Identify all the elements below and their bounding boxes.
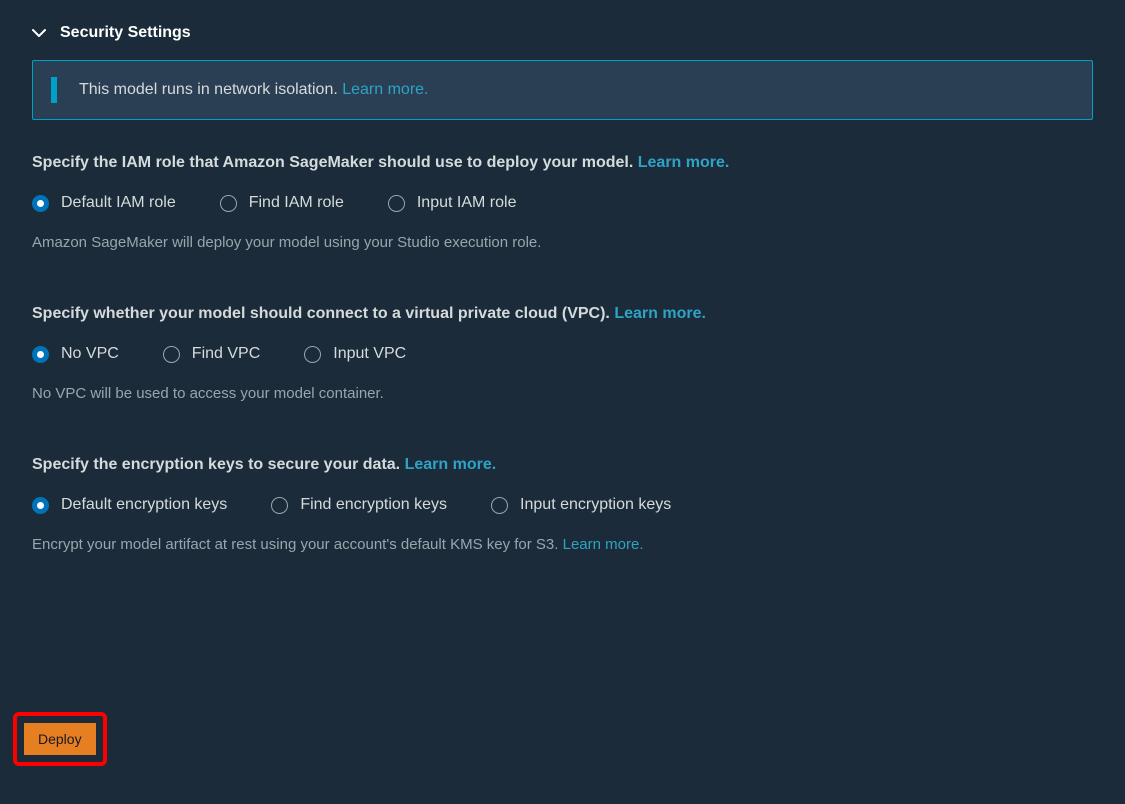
iam-radio-find-label: Find IAM role — [249, 194, 344, 212]
vpc-heading-text: Specify whether your model should connec… — [32, 305, 610, 322]
iam-helper-text: Amazon SageMaker will deploy your model … — [32, 234, 1093, 251]
info-text: This model runs in network isolation. Le… — [79, 81, 429, 99]
encryption-radio-find-label: Find encryption keys — [300, 496, 447, 514]
vpc-radio-input-label: Input VPC — [333, 345, 406, 363]
deploy-button[interactable]: Deploy — [24, 723, 96, 755]
iam-radio-find[interactable]: Find IAM role — [220, 194, 344, 212]
vpc-learn-more-link[interactable]: Learn more. — [614, 305, 706, 322]
security-settings-header[interactable]: Security Settings — [32, 24, 1093, 42]
vpc-section: Specify whether your model should connec… — [32, 305, 1093, 402]
encryption-radio-input-label: Input encryption keys — [520, 496, 671, 514]
chevron-down-icon — [32, 26, 46, 40]
vpc-radio-none-label: No VPC — [61, 345, 119, 363]
encryption-heading-text: Specify the encryption keys to secure yo… — [32, 456, 400, 473]
iam-heading: Specify the IAM role that Amazon SageMak… — [32, 154, 1093, 172]
encryption-section: Specify the encryption keys to secure yo… — [32, 456, 1093, 553]
section-title: Security Settings — [60, 24, 191, 42]
radio-unchecked-icon — [220, 195, 237, 212]
vpc-radio-group: No VPC Find VPC Input VPC — [32, 345, 1093, 363]
encryption-radio-find[interactable]: Find encryption keys — [271, 496, 447, 514]
iam-learn-more-link[interactable]: Learn more. — [638, 154, 730, 171]
info-message: This model runs in network isolation. — [79, 81, 338, 98]
iam-role-section: Specify the IAM role that Amazon SageMak… — [32, 154, 1093, 251]
iam-radio-default[interactable]: Default IAM role — [32, 194, 176, 212]
vpc-radio-input[interactable]: Input VPC — [304, 345, 406, 363]
radio-unchecked-icon — [304, 346, 321, 363]
network-isolation-info: This model runs in network isolation. Le… — [32, 60, 1093, 120]
encryption-radio-input[interactable]: Input encryption keys — [491, 496, 671, 514]
radio-checked-icon — [32, 346, 49, 363]
encryption-helper-text: Encrypt your model artifact at rest usin… — [32, 536, 1093, 553]
encryption-radio-default[interactable]: Default encryption keys — [32, 496, 227, 514]
deploy-highlight-box: Deploy — [13, 712, 107, 766]
vpc-heading: Specify whether your model should connec… — [32, 305, 1093, 323]
iam-radio-input[interactable]: Input IAM role — [388, 194, 517, 212]
iam-radio-input-label: Input IAM role — [417, 194, 517, 212]
vpc-helper-text: No VPC will be used to access your model… — [32, 385, 1093, 402]
info-learn-more-link[interactable]: Learn more. — [342, 81, 428, 98]
radio-unchecked-icon — [271, 497, 288, 514]
encryption-radio-default-label: Default encryption keys — [61, 496, 227, 514]
vpc-radio-find-label: Find VPC — [192, 345, 260, 363]
vpc-radio-none[interactable]: No VPC — [32, 345, 119, 363]
radio-unchecked-icon — [163, 346, 180, 363]
encryption-learn-more-link[interactable]: Learn more. — [405, 456, 497, 473]
vpc-radio-find[interactable]: Find VPC — [163, 345, 260, 363]
radio-checked-icon — [32, 497, 49, 514]
radio-checked-icon — [32, 195, 49, 212]
info-bar-icon — [51, 77, 57, 103]
iam-radio-group: Default IAM role Find IAM role Input IAM… — [32, 194, 1093, 212]
encryption-heading: Specify the encryption keys to secure yo… — [32, 456, 1093, 474]
iam-heading-text: Specify the IAM role that Amazon SageMak… — [32, 154, 633, 171]
encryption-helper-learn-more-link[interactable]: Learn more. — [563, 536, 644, 553]
radio-unchecked-icon — [491, 497, 508, 514]
iam-radio-default-label: Default IAM role — [61, 194, 176, 212]
encryption-radio-group: Default encryption keys Find encryption … — [32, 496, 1093, 514]
radio-unchecked-icon — [388, 195, 405, 212]
encryption-helper-message: Encrypt your model artifact at rest usin… — [32, 536, 558, 553]
